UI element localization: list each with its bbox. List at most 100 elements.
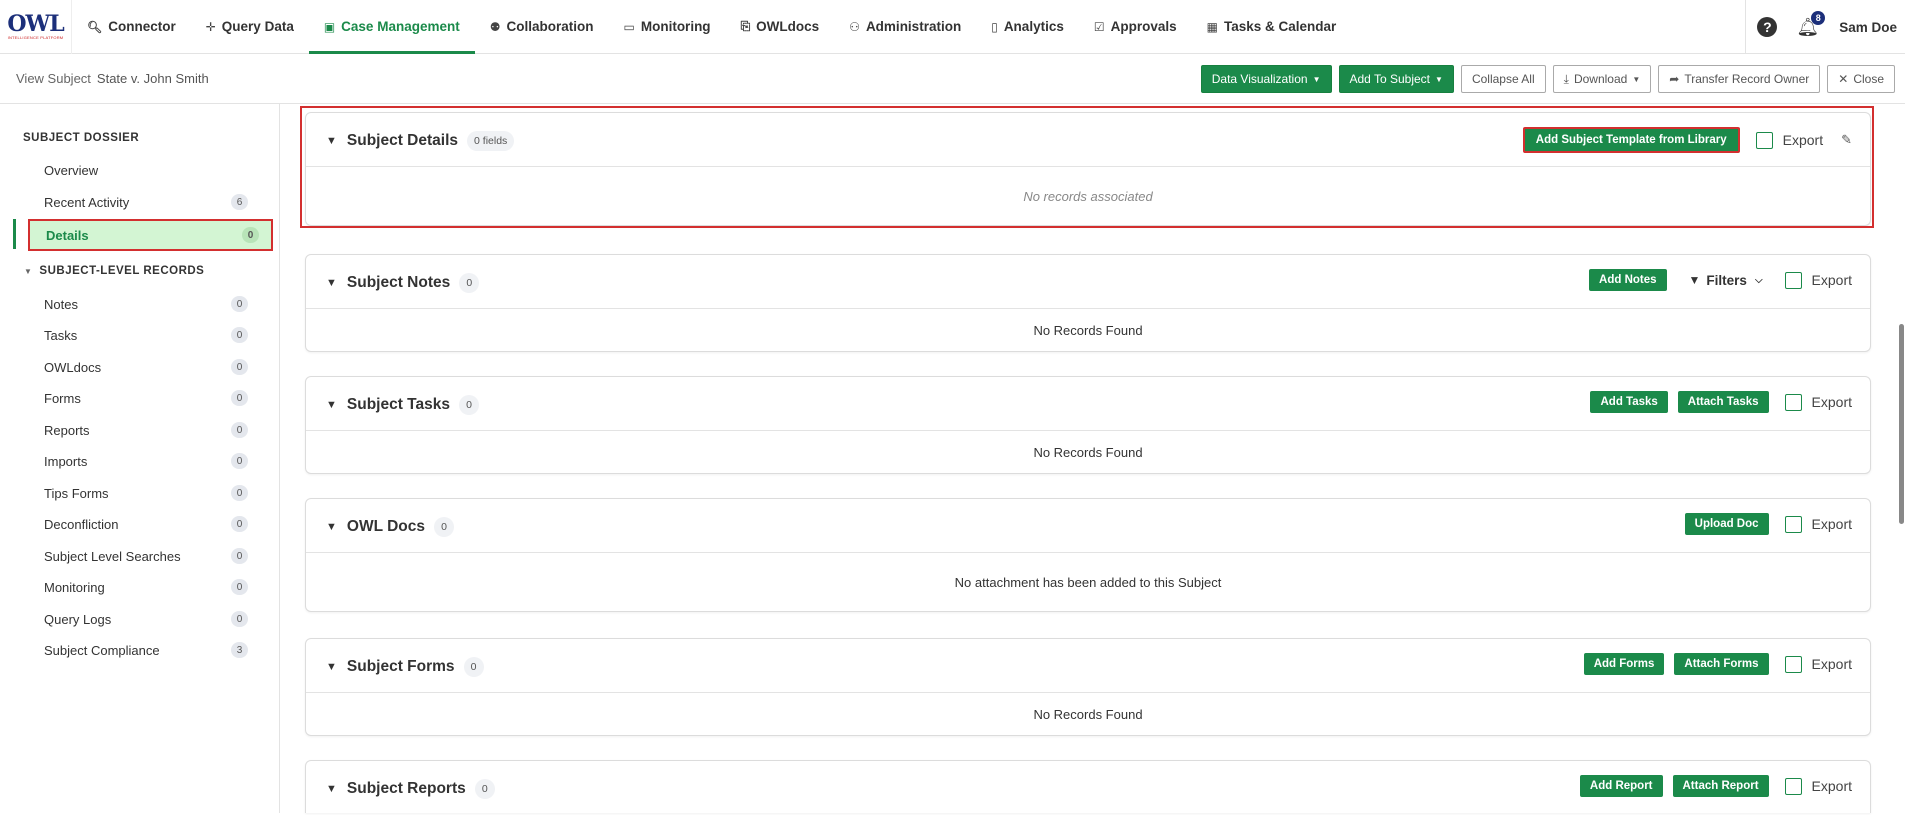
nav-analytics[interactable]: ▯ Analytics xyxy=(976,0,1079,54)
nav-right: ? 🔔︎ 8 Sam Doe xyxy=(1757,0,1905,54)
export-toggle[interactable]: Export xyxy=(1784,515,1852,533)
export-toggle[interactable]: Export xyxy=(1784,393,1852,411)
export-toggle[interactable]: Export xyxy=(1784,271,1852,289)
panel-title[interactable]: ▼ Subject Details 0 fields xyxy=(326,131,515,151)
sidebar-group-subject-level-records[interactable]: ▼ SUBJECT-LEVEL RECORDS xyxy=(24,265,204,277)
button-label: Download xyxy=(1573,72,1628,86)
export-checkbox[interactable] xyxy=(1784,655,1802,673)
panel-title-text: Subject Forms xyxy=(346,658,455,675)
collapse-all-button[interactable]: Collapse All xyxy=(1460,65,1546,93)
nav-owldocs[interactable]: ⎘ OWLdocs xyxy=(726,0,835,54)
panel-title-text: Subject Details xyxy=(346,132,459,149)
export-checkbox[interactable] xyxy=(1784,393,1802,411)
user-name[interactable]: Sam Doe xyxy=(1839,20,1905,35)
caret-down-icon: ▼ xyxy=(24,267,33,276)
help-icon[interactable]: ? xyxy=(1757,17,1778,37)
filters-dropdown[interactable]: ▼ Filters ⌵ xyxy=(1689,273,1763,288)
sidebar-item-label: Subject Level Searches xyxy=(44,548,181,564)
add-subject-template-button[interactable]: Add Subject Template from Library xyxy=(1522,127,1740,153)
export-checkbox[interactable] xyxy=(1755,131,1773,149)
sidebar-item-owldocs[interactable]: OWLdocs 0 xyxy=(28,354,260,380)
export-checkbox[interactable] xyxy=(1784,777,1802,795)
analytics-icon: ▯ xyxy=(991,19,998,34)
attach-report-button[interactable]: Attach Report xyxy=(1672,775,1769,797)
sidebar-item-query-logs[interactable]: Query Logs 0 xyxy=(28,606,260,632)
download-button[interactable]: ⤓ Download ▼ xyxy=(1552,65,1652,93)
sidebar-item-monitoring[interactable]: Monitoring 0 xyxy=(28,574,260,600)
add-report-button[interactable]: Add Report xyxy=(1579,775,1663,797)
panel-title[interactable]: ▼ Subject Reports 0 xyxy=(326,779,495,799)
close-button[interactable]: ✕ Close xyxy=(1827,65,1895,93)
count-badge: 0 xyxy=(231,516,248,532)
sidebar-item-tips-forms[interactable]: Tips Forms 0 xyxy=(28,480,260,506)
nav-label: Query Data xyxy=(221,19,294,34)
breadcrumb: View Subject State v. John Smith xyxy=(16,71,209,86)
owl-logo[interactable]: OWL INTELLIGENCE PLATFORM xyxy=(0,0,72,54)
sidebar-item-notes[interactable]: Notes 0 xyxy=(28,291,260,317)
add-notes-button[interactable]: Add Notes xyxy=(1589,269,1667,291)
nav-label: Collaboration xyxy=(506,19,594,34)
sidebar-item-tasks[interactable]: Tasks 0 xyxy=(28,322,260,348)
sidebar-item-reports[interactable]: Reports 0 xyxy=(28,417,260,443)
sidebar-item-label: Tasks xyxy=(44,327,78,343)
add-forms-button[interactable]: Add Forms xyxy=(1583,653,1665,675)
sidebar-header: SUBJECT DOSSIER xyxy=(23,132,140,144)
sidebar-item-forms[interactable]: Forms 0 xyxy=(28,385,260,411)
panel-title[interactable]: ▼ Subject Tasks 0 xyxy=(326,395,479,415)
scrollbar-thumb[interactable] xyxy=(1899,324,1904,524)
export-toggle[interactable]: Export xyxy=(1755,131,1824,149)
scrollbar[interactable] xyxy=(1897,104,1905,813)
nav-collaboration[interactable]: ⚉ Collaboration xyxy=(475,0,609,54)
nav-administration[interactable]: ⚇ Administration xyxy=(834,0,976,54)
count-badge: 0 xyxy=(231,485,248,501)
nav-tasks-calendar[interactable]: ▦ Tasks & Calendar xyxy=(1192,0,1352,54)
export-toggle[interactable]: Export xyxy=(1784,655,1852,673)
panel-title[interactable]: ▼ Subject Notes 0 xyxy=(326,273,480,293)
attach-tasks-button[interactable]: Attach Tasks xyxy=(1677,391,1769,413)
nav-monitoring[interactable]: ▭ Monitoring xyxy=(608,0,725,54)
data-visualization-button[interactable]: Data Visualization ▼ xyxy=(1200,65,1332,93)
transfer-record-owner-button[interactable]: ➦ Transfer Record Owner xyxy=(1658,65,1821,93)
empty-state: No Records Found xyxy=(1033,322,1143,338)
add-tasks-button[interactable]: Add Tasks xyxy=(1590,391,1668,413)
sidebar-item-overview[interactable]: Overview xyxy=(28,157,260,183)
panel-header: ▼ Subject Details 0 fields Add Subject Tem… xyxy=(306,113,1870,167)
sidebar-item-recent-activity[interactable]: Recent Activity 6 xyxy=(28,189,260,215)
sidebar: SUBJECT DOSSIER Overview Recent Activity… xyxy=(0,104,280,813)
count-badge: 0 xyxy=(242,227,259,243)
sidebar-item-label: Notes xyxy=(44,296,78,312)
nav-label: Approvals xyxy=(1110,19,1177,34)
sidebar-item-deconfliction[interactable]: Deconfliction 0 xyxy=(28,511,260,537)
sidebar-item-subject-level-searches[interactable]: Subject Level Searches 0 xyxy=(28,543,260,569)
export-checkbox[interactable] xyxy=(1784,515,1802,533)
add-to-subject-button[interactable]: Add To Subject ▼ xyxy=(1338,65,1454,93)
attach-forms-button[interactable]: Attach Forms xyxy=(1674,653,1769,675)
export-checkbox[interactable] xyxy=(1784,271,1802,289)
panel-title[interactable]: ▼ Subject Forms 0 xyxy=(326,657,484,677)
panel-title[interactable]: ▼ OWL Docs 0 xyxy=(326,517,454,537)
notification-bell-icon[interactable]: 🔔︎ 8 xyxy=(1796,10,1826,38)
panel-header: ▼ Subject Reports 0 Add Report Attach Repo… xyxy=(306,761,1870,815)
count-badge: 0 xyxy=(231,579,248,595)
panel-actions: Add Forms Attach Forms Export xyxy=(1583,653,1852,675)
edit-icon[interactable]: ✎ xyxy=(1841,132,1852,148)
sidebar-item-details[interactable]: Details 0 xyxy=(28,219,273,251)
empty-state: No Records Found xyxy=(1033,706,1143,722)
export-label: Export xyxy=(1782,132,1824,148)
nav-connector[interactable]: 🔍︎ Connector xyxy=(72,0,191,54)
nav-query-data[interactable]: ✛ Query Data xyxy=(191,0,309,54)
subject-reports-panel: ▼ Subject Reports 0 Add Report Attach Repo… xyxy=(305,760,1871,813)
count-badge: 0 xyxy=(231,453,248,469)
export-label: Export xyxy=(1811,778,1852,794)
count-badge: 0 xyxy=(231,390,248,406)
caret-down-icon: ▼ xyxy=(1632,74,1641,84)
sidebar-item-subject-compliance[interactable]: Subject Compliance 3 xyxy=(28,637,260,663)
case-icon: ▣ xyxy=(323,19,336,34)
sidebar-item-imports[interactable]: Imports 0 xyxy=(28,448,260,474)
nav-case-management[interactable]: ▣ Case Management xyxy=(308,0,475,54)
nav-approvals[interactable]: ☑ Approvals xyxy=(1079,0,1192,54)
button-label: Collapse All xyxy=(1471,72,1535,86)
upload-doc-button[interactable]: Upload Doc xyxy=(1684,513,1769,535)
export-toggle[interactable]: Export xyxy=(1784,777,1852,795)
nav-label: Tasks & Calendar xyxy=(1223,19,1337,34)
